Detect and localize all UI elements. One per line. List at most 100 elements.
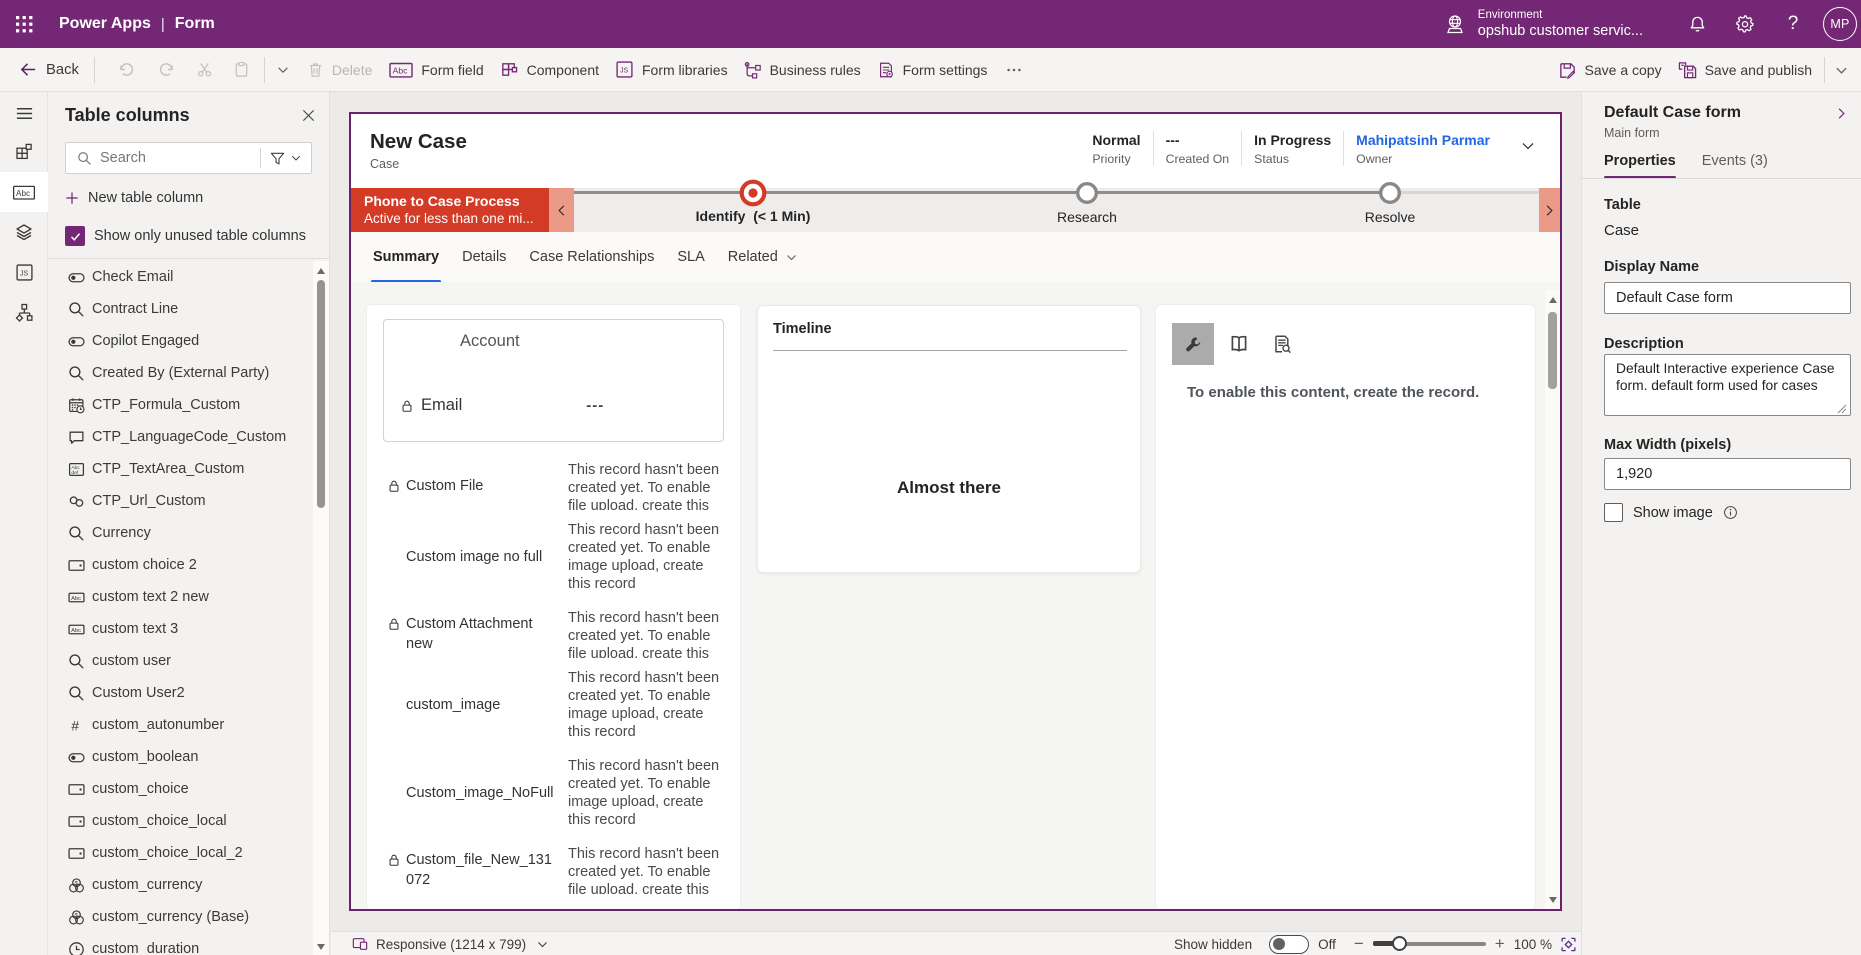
tab-events[interactable]: Events (3) — [1702, 153, 1768, 179]
zoom-in-button[interactable]: + — [1495, 934, 1505, 954]
description-textarea[interactable] — [1604, 354, 1851, 416]
tab-sla[interactable]: SLA — [677, 249, 704, 265]
list-item[interactable]: Copilot Engaged — [48, 325, 313, 357]
list-item[interactable]: CTP_TextArea_Custom — [48, 453, 313, 485]
header-field-created-on[interactable]: --- Created On — [1154, 131, 1243, 166]
list-item[interactable]: custom_boolean — [48, 741, 313, 773]
fit-screen-icon[interactable] — [1560, 936, 1577, 953]
paste-button[interactable] — [224, 48, 259, 92]
redo-button[interactable] — [149, 48, 185, 92]
show-hidden-toggle[interactable] — [1269, 935, 1309, 954]
scrollbar-thumb[interactable] — [317, 280, 325, 508]
zoom-slider[interactable] — [1373, 942, 1486, 946]
wrench-tool-button[interactable] — [1172, 323, 1214, 365]
scrollbar-thumb[interactable] — [1548, 312, 1557, 389]
field-row-custom-image[interactable]: custom_image This record hasn't been cre… — [367, 669, 740, 741]
list-item[interactable]: Currency — [48, 517, 313, 549]
help-button[interactable]: ? — [1769, 0, 1817, 48]
panel-close-button[interactable] — [296, 103, 320, 127]
list-item[interactable]: Check Email — [48, 261, 313, 293]
scroll-down-icon[interactable] — [316, 942, 326, 952]
doc-search-tool-button[interactable] — [1261, 323, 1303, 365]
field-row-custom-file-new[interactable]: Custom_file_New_131072 This record hasn'… — [367, 845, 740, 894]
overflow-button[interactable] — [996, 48, 1032, 92]
list-item[interactable]: custom_autonumber — [48, 709, 313, 741]
list-item[interactable]: custom_currency — [48, 869, 313, 901]
email-field-row[interactable]: Email --- — [400, 396, 709, 415]
app-name[interactable]: Power Apps — [59, 15, 151, 33]
save-a-copy-button[interactable]: Save a copy — [1551, 48, 1669, 92]
list-item[interactable]: CTP_LanguageCode_Custom — [48, 421, 313, 453]
notifications-button[interactable] — [1673, 0, 1721, 48]
settings-button[interactable] — [1721, 0, 1769, 48]
list-item[interactable]: CTP_Formula_Custom — [48, 389, 313, 421]
zoom-out-button[interactable]: − — [1354, 934, 1364, 954]
delete-button[interactable]: Delete — [300, 48, 379, 92]
form-field-button[interactable]: Form field — [382, 48, 490, 92]
canvas-scrollbar[interactable] — [1545, 290, 1560, 909]
rail-table-columns-button[interactable] — [0, 172, 48, 212]
header-field-status[interactable]: In Progress Status — [1242, 131, 1344, 166]
form-libraries-button[interactable]: Form libraries — [608, 48, 735, 92]
bpf-process-box[interactable]: Phone to Case Process Active for less th… — [351, 188, 549, 232]
bpf-stage-resolve[interactable]: Resolve — [1378, 181, 1402, 205]
tab-details[interactable]: Details — [462, 249, 506, 265]
avatar[interactable]: MP — [1823, 7, 1857, 41]
slider-knob[interactable] — [1392, 936, 1407, 951]
form-settings-button[interactable]: Form settings — [870, 48, 995, 92]
component-button[interactable]: Component — [493, 48, 606, 92]
scroll-down-icon[interactable] — [1548, 895, 1558, 905]
list-item[interactable]: custom_currency (Base) — [48, 901, 313, 933]
cut-button[interactable] — [187, 48, 222, 92]
scroll-up-icon[interactable] — [1548, 295, 1558, 305]
list-scrollbar[interactable] — [313, 261, 329, 955]
undo-button[interactable] — [108, 48, 144, 92]
field-row-custom-image-no-full[interactable]: Custom image no full This record hasn't … — [367, 521, 740, 593]
form-canvas[interactable]: New Case Case Normal Priority --- Create… — [349, 112, 1562, 911]
knowledge-tool-button[interactable] — [1218, 323, 1260, 365]
filter-button[interactable] — [261, 143, 311, 173]
waffle-menu-button[interactable] — [0, 0, 48, 48]
field-row-custom-image-nofull[interactable]: Custom_image_NoFull This record hasn't b… — [367, 757, 740, 829]
back-button[interactable]: Back — [14, 48, 86, 92]
rail-form-libraries-button[interactable] — [0, 252, 48, 292]
list-item[interactable]: custom_choice_local_2 — [48, 837, 313, 869]
bpf-stage-research[interactable]: Research — [1075, 181, 1099, 205]
collapse-panel-button[interactable] — [1834, 106, 1849, 121]
field-row-custom-file[interactable]: Custom File This record hasn't been crea… — [367, 461, 740, 510]
business-rules-button[interactable]: Business rules — [737, 48, 868, 92]
environment-picker[interactable]: Environment opshub customer servic... — [1444, 0, 1643, 48]
tab-case-relationships[interactable]: Case Relationships — [529, 249, 654, 265]
header-field-owner[interactable]: Mahipatsinh Parmar Owner — [1344, 131, 1502, 166]
account-card[interactable]: Account Email --- — [383, 319, 724, 442]
list-item[interactable]: custom_duration — [48, 933, 313, 955]
list-item[interactable]: CTP_Url_Custom — [48, 485, 313, 517]
tab-properties[interactable]: Properties — [1604, 153, 1676, 179]
new-table-column-button[interactable]: New table column — [65, 190, 203, 206]
scroll-up-icon[interactable] — [316, 266, 326, 276]
list-item[interactable]: custom user — [48, 645, 313, 677]
list-item[interactable]: custom text 2 new — [48, 581, 313, 613]
show-unused-checkbox[interactable]: Show only unused table columns — [65, 226, 306, 246]
header-expand-button[interactable] — [1520, 138, 1536, 154]
list-item[interactable]: Created By (External Party) — [48, 357, 313, 389]
list-item[interactable]: Custom User2 — [48, 677, 313, 709]
save-dropdown-button[interactable] — [1830, 48, 1853, 92]
rail-menu-button[interactable] — [0, 93, 48, 133]
info-icon[interactable] — [1723, 505, 1738, 520]
list-item[interactable]: custom choice 2 — [48, 549, 313, 581]
header-field-priority[interactable]: Normal Priority — [1080, 131, 1153, 166]
save-and-publish-button[interactable]: Save and publish — [1671, 48, 1819, 92]
responsive-selector[interactable]: Responsive (1214 x 799) — [352, 932, 549, 955]
list-item[interactable]: custom text 3 — [48, 613, 313, 645]
display-name-input[interactable] — [1604, 282, 1851, 314]
tab-summary[interactable]: Summary — [373, 249, 439, 265]
rail-components-button[interactable] — [0, 132, 48, 172]
tab-related[interactable]: Related — [728, 249, 798, 265]
paste-dropdown-button[interactable] — [270, 48, 296, 92]
list-item[interactable]: custom_choice_local — [48, 805, 313, 837]
bpf-stage-identify[interactable]: Identify (< 1 Min) — [739, 179, 767, 207]
timeline-card[interactable]: Timeline Almost there — [757, 305, 1141, 573]
bpf-prev-button[interactable] — [549, 188, 574, 232]
search-input[interactable] — [100, 150, 260, 166]
